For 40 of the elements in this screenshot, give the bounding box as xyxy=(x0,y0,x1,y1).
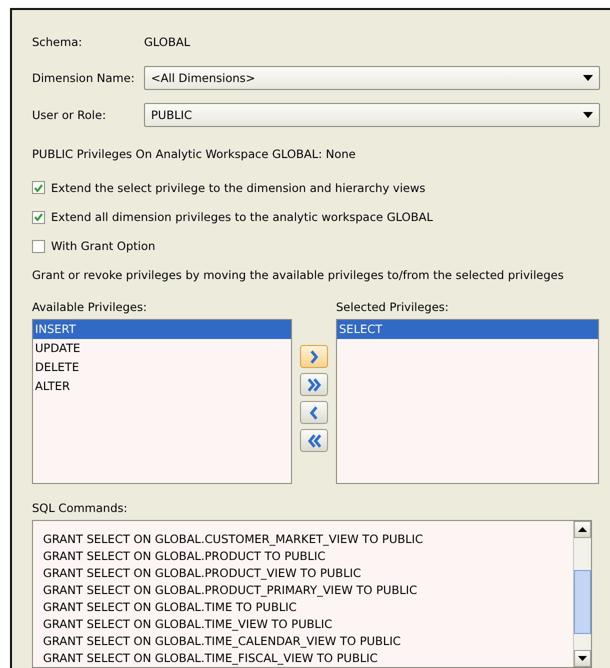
scroll-down-icon[interactable] xyxy=(578,656,587,662)
move-button[interactable] xyxy=(300,429,328,452)
sql-line: GRANT SELECT ON GLOBAL.PRODUCT_PRIMARY_VIEW TO PUBLIC xyxy=(43,582,418,600)
list-label: Available Privileges: xyxy=(32,300,148,314)
caret-icon xyxy=(583,75,593,82)
dropdown[interactable]: PUBLIC xyxy=(144,103,600,128)
sql-line: GRANT SELECT ON GLOBAL.PRODUCT_VIEW TO PUBLIC xyxy=(43,565,362,582)
checkbox[interactable] xyxy=(32,181,45,194)
move-button[interactable] xyxy=(300,373,328,396)
sql-text-area[interactable] xyxy=(32,520,592,668)
checkbox[interactable] xyxy=(32,210,45,224)
checkbox[interactable] xyxy=(32,240,45,253)
sql-line: GRANT SELECT ON GLOBAL.TIME TO PUBLIC xyxy=(43,599,298,616)
checkbox-label: Extend all dimension privileges to the analytic workspace GLOBAL xyxy=(51,210,433,224)
instructions-text: Grant or revoke privileges by moving the available privileges to/from the selected privileges xyxy=(32,268,565,282)
privileges-summary: PUBLIC Privileges On Analytic Workspace GLOBAL: None xyxy=(32,146,356,161)
list-item[interactable]: DELETE xyxy=(33,358,291,378)
schema-label: Schema: xyxy=(32,34,84,49)
sql-line: GRANT SELECT ON GLOBAL.TIME_CALENDAR_VIEW TO PUBLIC xyxy=(43,633,402,650)
field-label: Dimension Name: xyxy=(32,71,136,86)
sql-line: GRANT SELECT ON GLOBAL.TIME_VIEW TO PUBLIC xyxy=(43,616,334,634)
sql-line: GRANT SELECT ON GLOBAL.TIME_FISCAL_VIEW TO PUBLIC xyxy=(43,650,379,668)
dropdown[interactable]: <All Dimensions> xyxy=(144,66,600,90)
move-button[interactable] xyxy=(300,345,328,368)
sql-line: GRANT SELECT ON GLOBAL.CUSTOMER_MARKET_VIEW TO PUBLIC xyxy=(43,531,424,548)
list-item[interactable]: SELECT xyxy=(337,320,598,340)
list-item[interactable]: INSERT xyxy=(33,320,291,340)
caret-icon xyxy=(583,112,593,118)
sql-label: SQL Commands: xyxy=(32,501,128,516)
scrollbar[interactable] xyxy=(573,521,591,668)
field-label: User or Role: xyxy=(32,108,107,122)
checkbox-label: Extend the select privilege to the dimension and hierarchy views xyxy=(51,180,426,195)
list-item[interactable]: ALTER xyxy=(33,377,291,396)
list-label: Selected Privileges: xyxy=(336,300,450,314)
sql-line: GRANT SELECT ON GLOBAL.PRODUCT TO PUBLIC xyxy=(43,548,326,566)
list-item[interactable]: UPDATE xyxy=(33,339,291,358)
checkbox-label: With Grant Option xyxy=(51,239,156,254)
scroll-up-icon[interactable] xyxy=(578,527,587,532)
move-button[interactable] xyxy=(300,401,328,424)
schema-value: GLOBAL xyxy=(144,34,190,49)
